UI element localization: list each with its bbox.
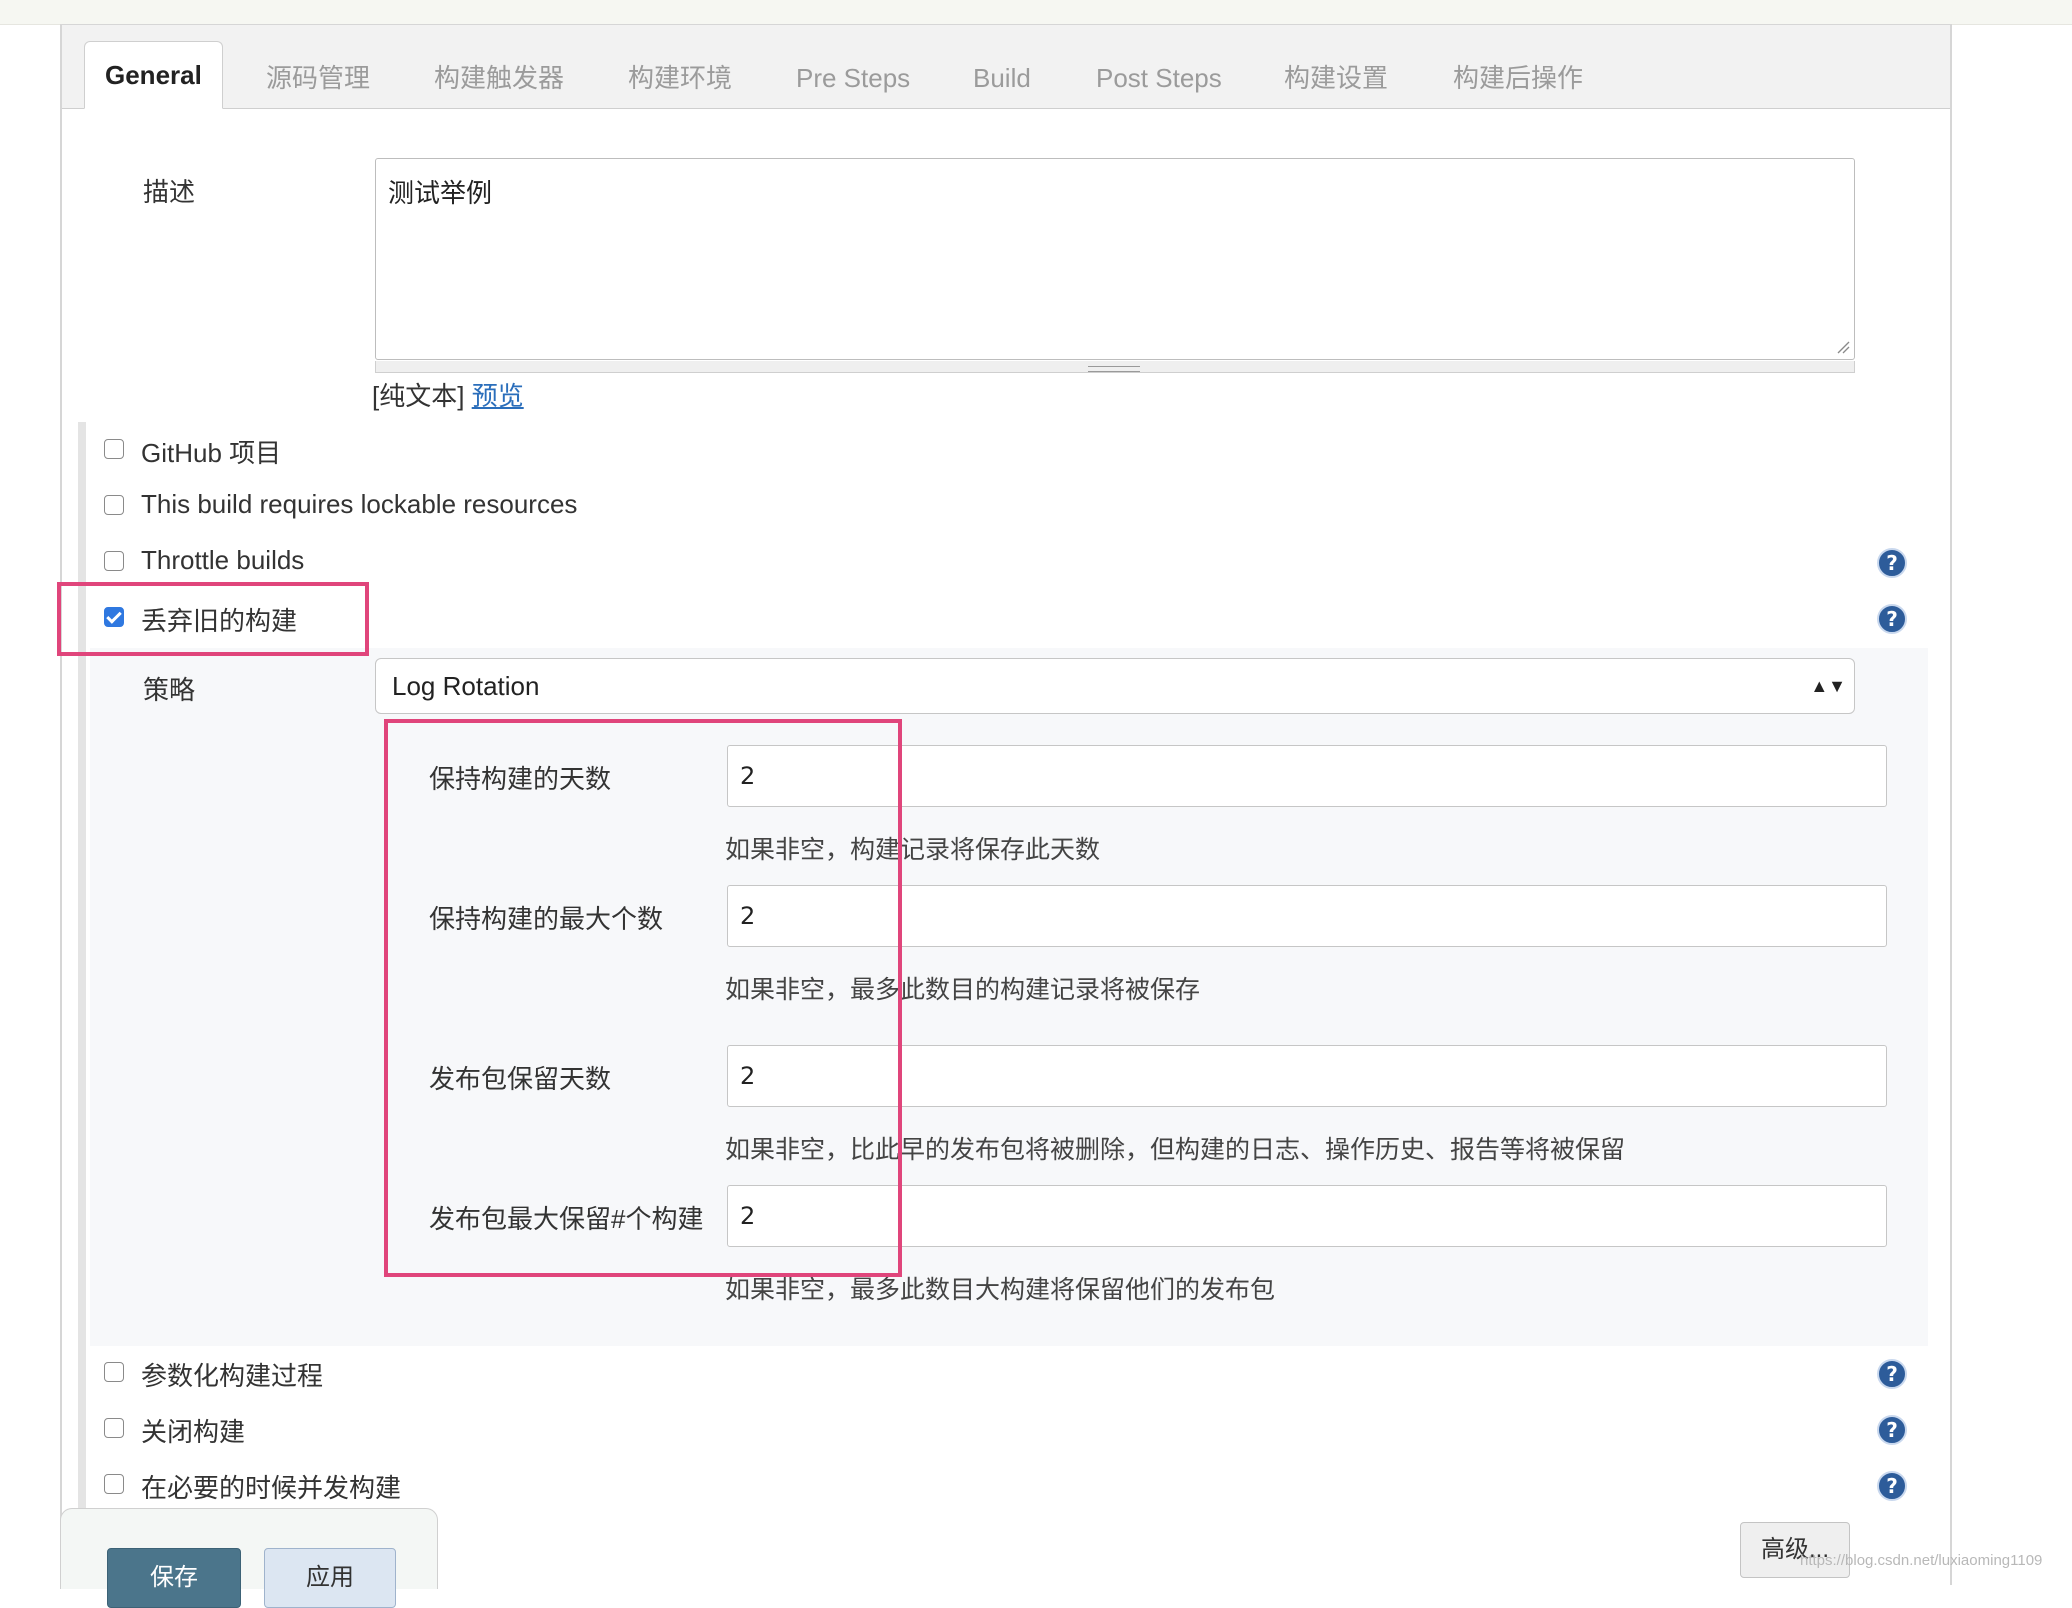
parameterized-help-icon[interactable]: ?: [1877, 1359, 1907, 1389]
strategy-label: 策略: [143, 675, 196, 705]
strategy-selected-value: Log Rotation: [392, 671, 540, 701]
parameterized-build-checkbox[interactable]: [104, 1362, 124, 1382]
rotation-highlight-box: [384, 719, 902, 1277]
save-button[interactable]: 保存: [107, 1548, 241, 1608]
apply-button[interactable]: 应用: [264, 1548, 396, 1608]
tab-pre-steps[interactable]: Pre Steps: [796, 47, 910, 109]
grip-lines: [1088, 366, 1140, 372]
description-textarea[interactable]: 测试举例: [375, 158, 1855, 360]
tab-post-steps[interactable]: Post Steps: [1096, 47, 1222, 109]
plain-text-label: [纯文本]: [372, 381, 465, 411]
discard-help-icon[interactable]: ?: [1877, 604, 1907, 634]
concurrent-build-checkbox[interactable]: [104, 1474, 124, 1494]
browser-top-strip: [0, 0, 2072, 25]
advanced-button[interactable]: 高级...: [1740, 1522, 1850, 1578]
disable-build-label: 关闭构建: [141, 1417, 246, 1447]
tab-post-build-actions[interactable]: 构建后操作: [1453, 47, 1583, 109]
description-format: [纯文本] 预览: [372, 376, 524, 413]
resize-corner-icon[interactable]: [1836, 340, 1850, 354]
lockable-resources-checkbox[interactable]: [104, 495, 124, 515]
tab-build-environment[interactable]: 构建环境: [628, 47, 732, 109]
disable-build-checkbox[interactable]: [104, 1418, 124, 1438]
discard-highlight-box: [57, 582, 369, 656]
throttle-builds-checkbox[interactable]: [104, 551, 124, 571]
tab-scm[interactable]: 源码管理: [266, 47, 370, 109]
parameterized-build-label: 参数化构建过程: [141, 1361, 324, 1391]
concurrent-help-icon[interactable]: ?: [1877, 1471, 1907, 1501]
description-label: 描述: [143, 177, 196, 207]
watermark-text: https://blog.csdn.net/luxiaoming1109: [1800, 1552, 2043, 1569]
config-tabbar: General 源码管理 构建触发器 构建环境 Pre Steps Build …: [62, 25, 1950, 109]
throttle-builds-label: Throttle builds: [141, 545, 305, 575]
throttle-help-icon[interactable]: ?: [1877, 548, 1907, 578]
tab-build[interactable]: Build: [973, 47, 1031, 109]
github-project-checkbox[interactable]: [104, 439, 124, 459]
tab-build-triggers[interactable]: 构建触发器: [434, 47, 564, 109]
strategy-select[interactable]: Log Rotation ▲▼: [375, 658, 1855, 714]
tab-build-settings[interactable]: 构建设置: [1284, 47, 1388, 109]
github-project-label: GitHub 项目: [141, 438, 282, 468]
select-arrows-icon: ▲▼: [1810, 676, 1846, 696]
disable-help-icon[interactable]: ?: [1877, 1415, 1907, 1445]
tab-general[interactable]: General: [84, 41, 223, 109]
lockable-resources-label: This build requires lockable resources: [141, 489, 578, 519]
concurrent-build-label: 在必要的时候并发构建: [141, 1473, 402, 1503]
preview-link[interactable]: 预览: [472, 381, 524, 411]
